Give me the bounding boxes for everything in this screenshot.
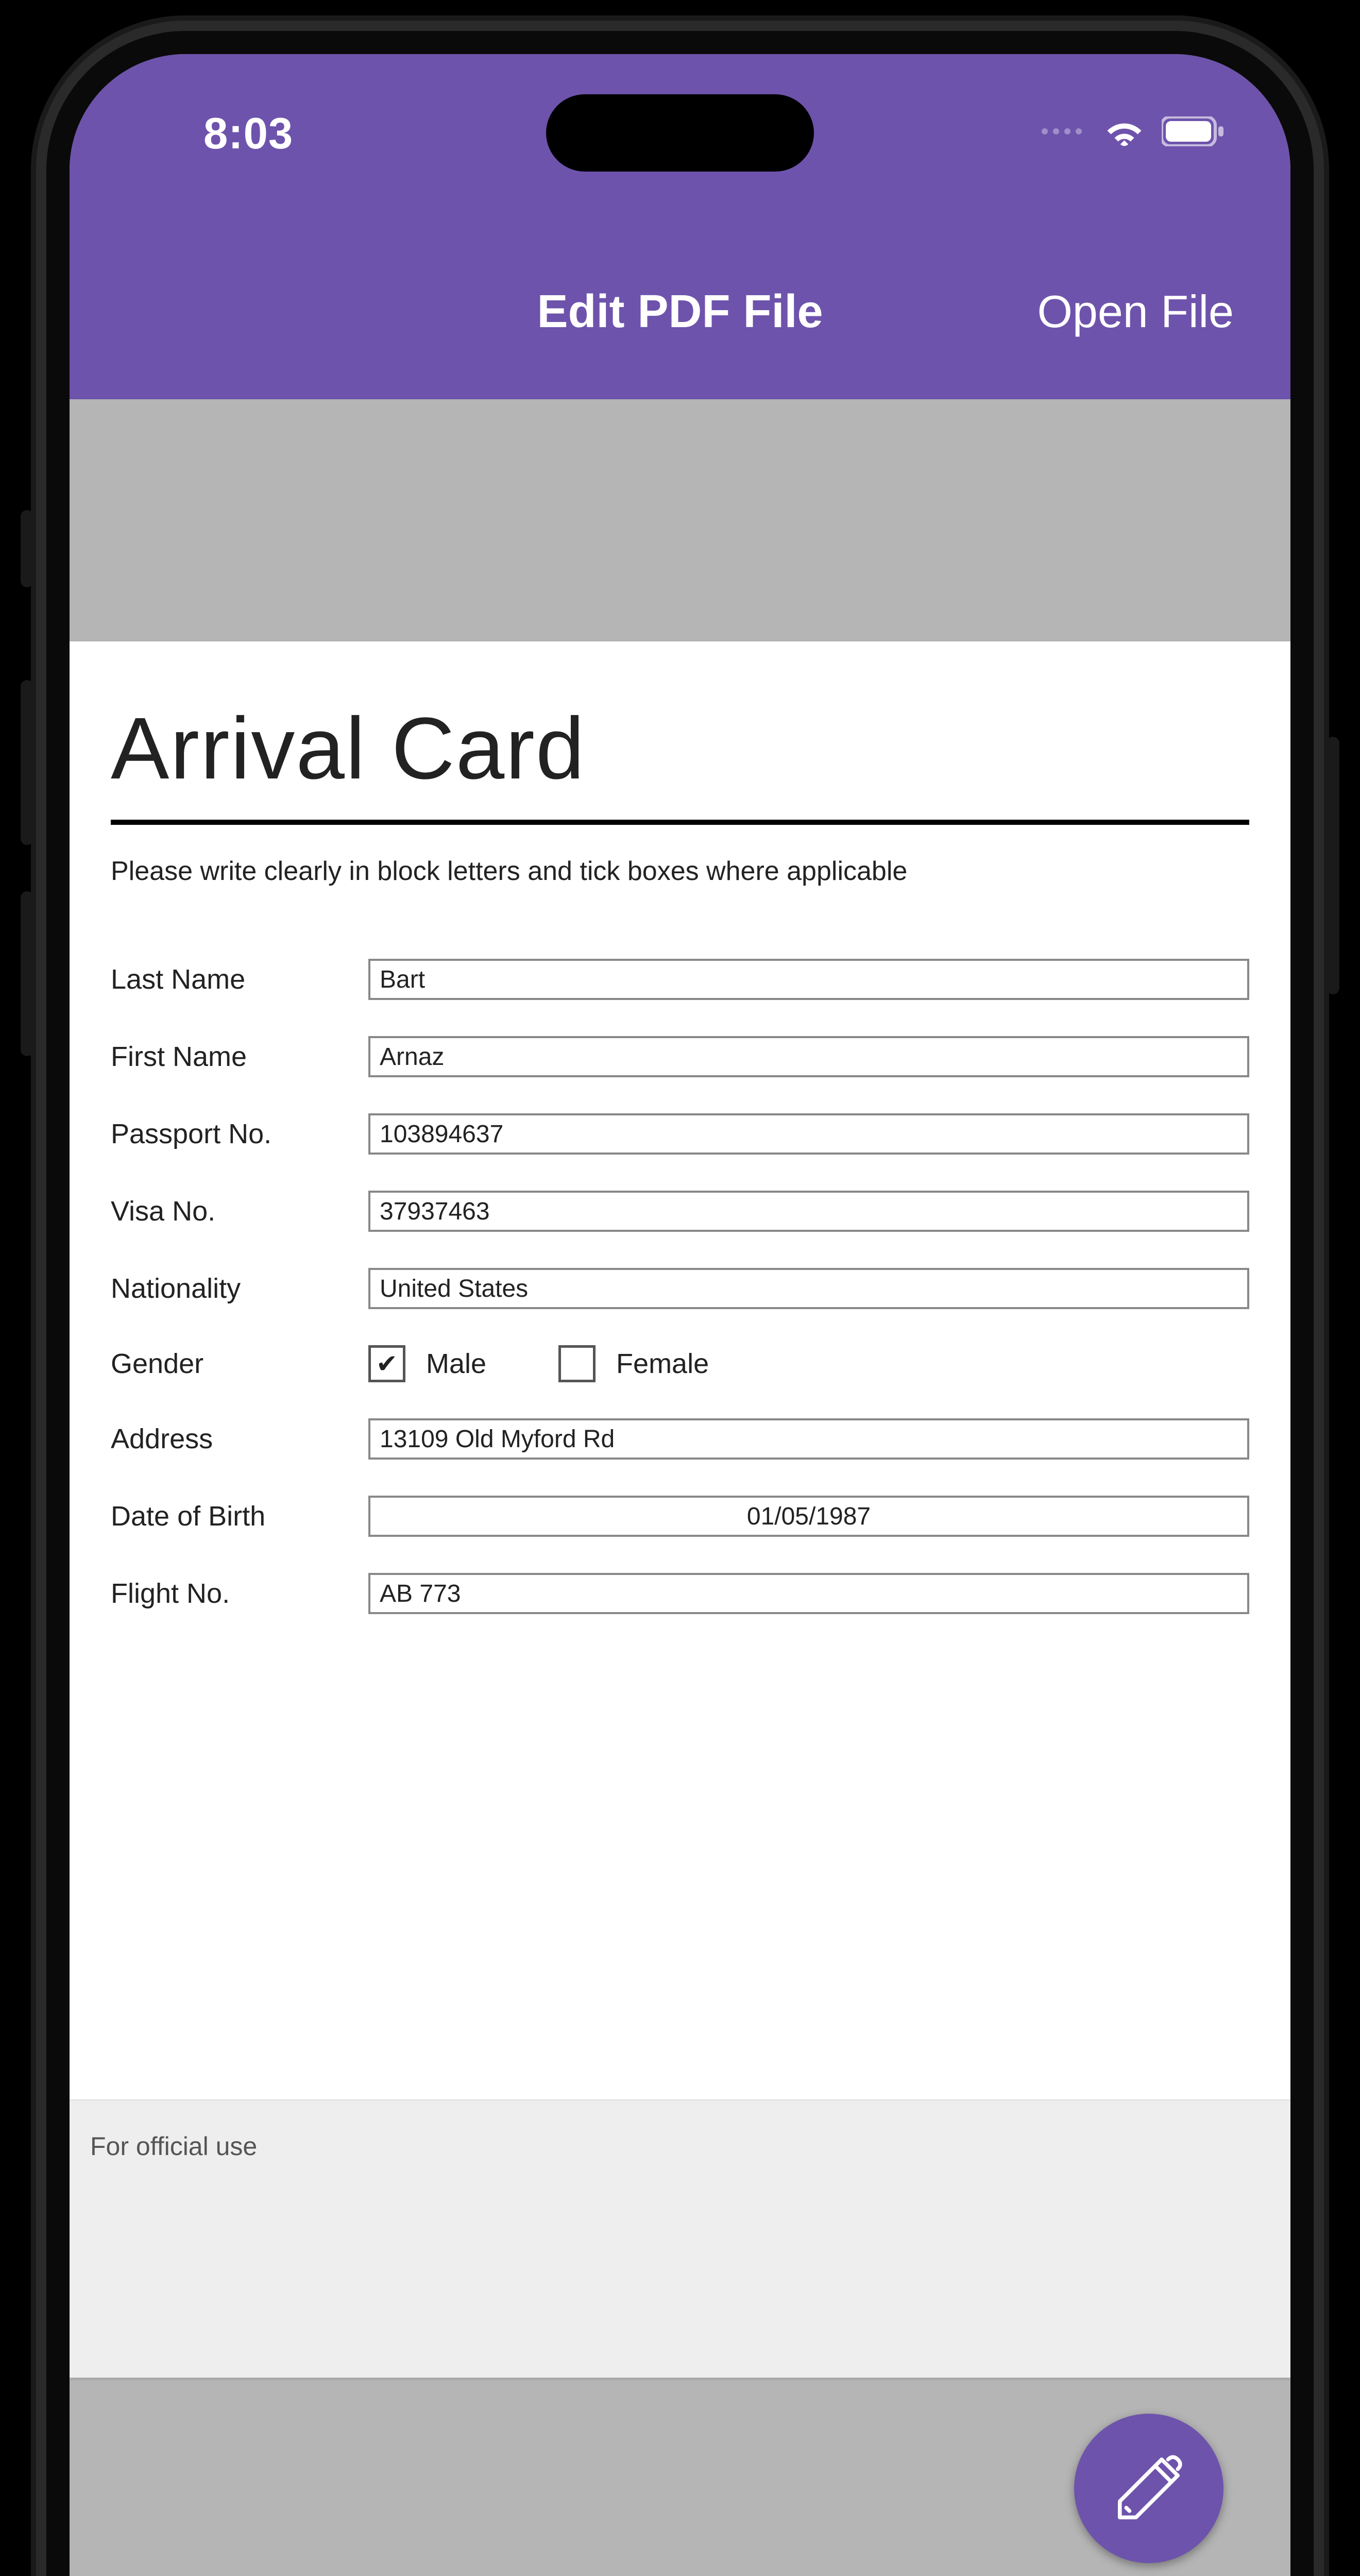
- title-divider: [111, 820, 1249, 825]
- pdf-page[interactable]: Arrival Card Please write clearly in blo…: [70, 641, 1290, 2378]
- label-flight-no: Flight No.: [111, 1578, 368, 1609]
- input-visa-no[interactable]: 37937463: [368, 1191, 1249, 1232]
- label-visa-no: Visa No.: [111, 1195, 368, 1227]
- dynamic-island: [546, 94, 814, 172]
- field-dob: Date of Birth 01/05/1987: [111, 1496, 1249, 1537]
- label-last-name: Last Name: [111, 963, 368, 995]
- label-nationality: Nationality: [111, 1273, 368, 1304]
- field-first-name: First Name Arnaz: [111, 1036, 1249, 1077]
- field-passport-no: Passport No. 103894637: [111, 1113, 1249, 1155]
- doc-instruction: Please write clearly in block letters an…: [111, 856, 1249, 887]
- label-gender: Gender: [111, 1348, 368, 1380]
- official-use-section: For official use: [70, 2099, 1290, 2378]
- input-address[interactable]: 13109 Old Myford Rd: [368, 1418, 1249, 1460]
- wifi-icon: [1102, 116, 1146, 147]
- checkbox-male[interactable]: ✔: [368, 1345, 405, 1382]
- input-passport-no[interactable]: 103894637: [368, 1113, 1249, 1155]
- label-male: Male: [426, 1348, 486, 1380]
- document-viewport[interactable]: Arrival Card Please write clearly in blo…: [70, 399, 1290, 2576]
- input-flight-no[interactable]: AB 773: [368, 1573, 1249, 1614]
- label-first-name: First Name: [111, 1041, 368, 1073]
- carrier-dots-icon: [1042, 128, 1082, 134]
- field-last-name: Last Name Bart: [111, 959, 1249, 1000]
- field-nationality: Nationality United States: [111, 1268, 1249, 1309]
- label-dob: Date of Birth: [111, 1500, 368, 1532]
- input-nationality[interactable]: United States: [368, 1268, 1249, 1309]
- edit-fab-button[interactable]: [1074, 2414, 1223, 2563]
- status-time: 8:03: [203, 109, 293, 159]
- field-visa-no: Visa No. 37937463: [111, 1191, 1249, 1232]
- label-passport-no: Passport No.: [111, 1118, 368, 1150]
- battery-icon: [1162, 116, 1223, 146]
- input-last-name[interactable]: Bart: [368, 959, 1249, 1000]
- input-first-name[interactable]: Arnaz: [368, 1036, 1249, 1077]
- input-dob[interactable]: 01/05/1987: [368, 1496, 1249, 1537]
- field-gender: Gender ✔ Male Female: [111, 1345, 1249, 1382]
- doc-title: Arrival Card: [111, 698, 1249, 799]
- phone-frame: 8:03: [31, 15, 1329, 2576]
- field-flight-no: Flight No. AB 773: [111, 1573, 1249, 1614]
- nav-title: Edit PDF File: [537, 285, 823, 338]
- field-address: Address 13109 Old Myford Rd: [111, 1418, 1249, 1460]
- label-address: Address: [111, 1423, 368, 1455]
- nav-bar: Edit PDF File Open File: [70, 260, 1290, 363]
- screen: 8:03: [70, 54, 1290, 2576]
- open-file-button[interactable]: Open File: [1037, 285, 1234, 338]
- label-female: Female: [616, 1348, 709, 1380]
- checkbox-female[interactable]: [558, 1345, 596, 1382]
- pencil-icon: [1110, 2450, 1187, 2527]
